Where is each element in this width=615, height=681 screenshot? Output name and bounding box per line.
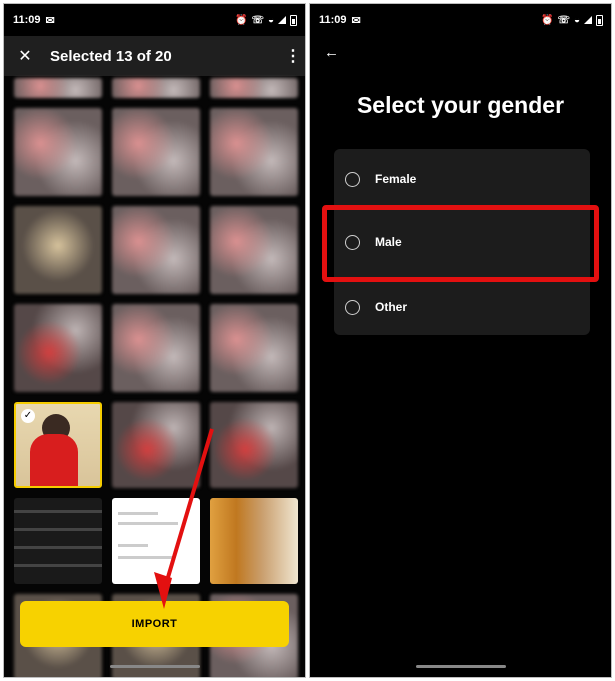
- gender-option-other[interactable]: Other: [334, 277, 590, 337]
- left-phone-screen: 11:09 ✉ ⏰ ☏ ◒ ✕ Selected 13 of 20 ⋮ ✓ IM…: [3, 3, 306, 678]
- option-label: Female: [375, 172, 417, 186]
- page-title: Select your gender: [356, 92, 565, 118]
- alarm-icon: ⏰: [540, 14, 554, 26]
- status-bar: 11:09 ✉ ⏰ ☏ ◒: [310, 4, 611, 36]
- gender-option-female[interactable]: Female: [334, 149, 590, 209]
- signal-icon: [584, 16, 592, 24]
- wifi-icon: ◒: [573, 14, 580, 26]
- annotation-arrow-icon: [154, 428, 214, 609]
- option-label: Other: [375, 300, 408, 314]
- home-gesture-bar: [416, 665, 506, 668]
- radio-button-icon[interactable]: [345, 171, 360, 187]
- right-phone-screen: 11:09 ✉ ⏰ ☏ ◒ ← Select your gender Femal…: [309, 3, 612, 678]
- status-time: 11:09: [319, 14, 347, 26]
- radio-button-icon[interactable]: [345, 299, 360, 315]
- annotation-highlight-box: [322, 205, 599, 282]
- gmail-icon: ✉: [351, 14, 361, 27]
- home-gesture-bar: [110, 665, 200, 668]
- arrow-left-icon[interactable]: ←: [324, 44, 339, 61]
- battery-icon: [596, 14, 603, 26]
- call-icon: ☏: [557, 14, 570, 26]
